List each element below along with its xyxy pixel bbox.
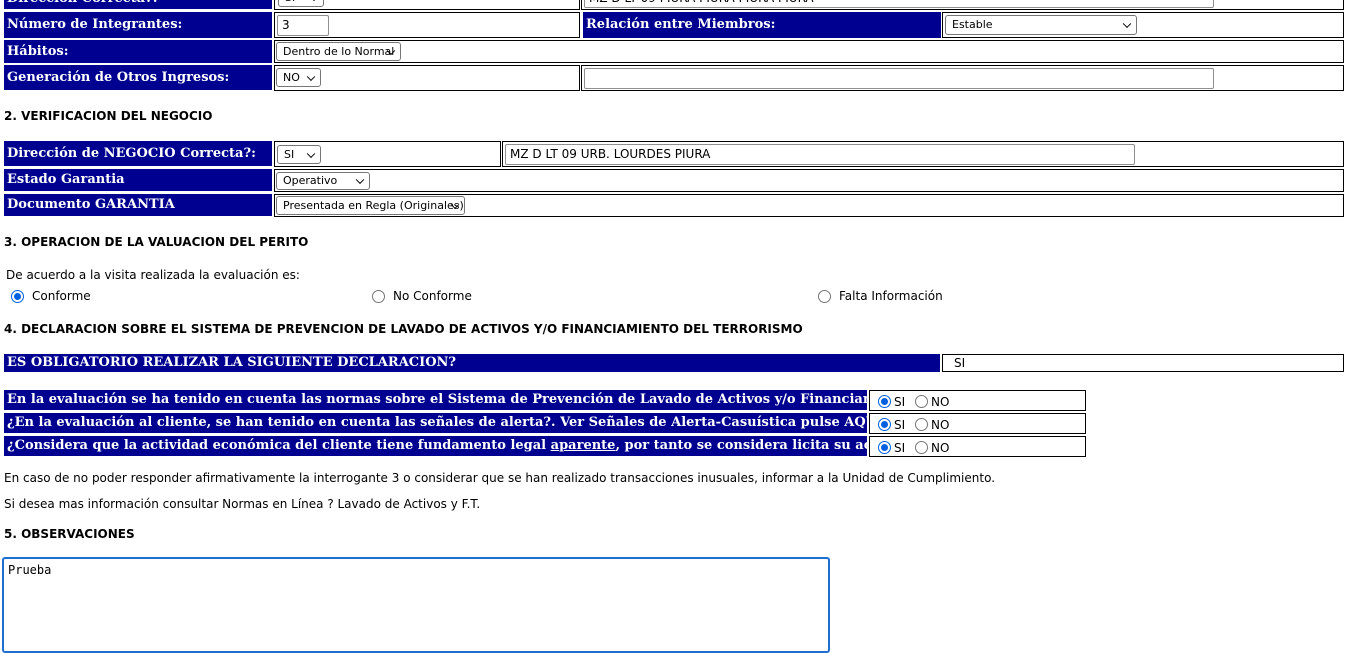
evaluacion-prompt: De acuerdo a la visita realizada la eval… [6,268,300,282]
question3-text-underlined: aparente [550,438,616,453]
documento-garantia-label: Documento GARANTIA [4,194,272,216]
chevron-down-icon [355,175,365,185]
relacion-miembros-select[interactable]: Estable [945,15,1137,35]
question2-answer-cell: SI NO [869,413,1086,434]
direccion-negocio-input[interactable]: MZ D LT 09 URB. LOURDES PIURA [505,144,1135,165]
question2-no-label: NO [931,418,950,432]
observaciones-textarea[interactable]: Prueba [2,557,830,653]
cumplimiento-note: En caso de no poder responder afirmativa… [4,471,996,485]
question3-answer-cell: SI NO [869,436,1086,457]
direccion-correcta-label: Dirección Correcta?: [4,0,272,9]
direccion-negocio-select-cell: SI [274,141,501,167]
direccion-correcta-input[interactable]: MZ D LT 09 PIURA PIURA PIURA PIURA [584,0,1214,8]
radio-conforme-label: Conforme [32,289,91,303]
direccion-correcta-value-cell: MZ D LT 09 PIURA PIURA PIURA PIURA [581,0,1344,10]
question2-si-label: SI [894,418,906,432]
radio-no-conforme-label: No Conforme [393,289,472,303]
relacion-miembros-label: Relación entre Miembros: [583,12,941,38]
section4-title: 4. DECLARACION SOBRE EL SISTEMA DE PREVE… [4,322,803,336]
habitos-cell: Dentro de lo Normal [274,40,1344,63]
chevron-down-icon [306,149,316,158]
radio-falta-informacion-label: Falta Información [839,289,943,303]
relacion-miembros-cell: Estable [942,12,1344,38]
otros-ingresos-value-cell [581,65,1344,91]
question3-text-post: , por tanto se considera licita su activ… [615,438,867,453]
question3-si-radio[interactable] [878,441,891,454]
section5-title: 5. OBSERVACIONES [4,527,135,541]
direccion-correcta-select-cell: SI [274,0,580,10]
otros-ingresos-label: Generación de Otros Ingresos: [4,65,272,90]
question3-no-label: NO [931,441,950,455]
estado-garantia-cell: Operativo [274,169,1344,192]
chevron-down-icon [1122,19,1132,29]
question3-label: ¿Considera que la actividad económica de… [4,436,867,456]
habitos-select[interactable]: Dentro de lo Normal [276,42,401,61]
otros-ingresos-select[interactable]: NO [276,68,321,87]
chevron-down-icon [306,72,316,81]
radio-no-conforme[interactable] [372,290,385,303]
direccion-negocio-value-cell: MZ D LT 09 URB. LOURDES PIURA [502,141,1344,167]
numero-integrantes-label: Número de Integrantes: [4,12,272,38]
question3-no-radio[interactable] [915,441,928,454]
obligatorio-value-cell: SI [942,354,1344,372]
numero-integrantes-cell: 3 [274,12,580,38]
radio-conforme[interactable] [11,290,24,303]
estado-garantia-select[interactable]: Operativo [276,172,370,190]
direccion-negocio-select[interactable]: SI [277,145,321,164]
question2-no-radio[interactable] [915,418,928,431]
otros-ingresos-select-cell: NO [274,65,580,91]
section3-title: 3. OPERACION DE LA VALUACION DEL PERITO [4,235,309,249]
question3-text-pre: ¿Considera que la actividad económica de… [7,438,551,453]
question1-no-radio[interactable] [915,395,928,408]
direccion-correcta-select[interactable]: SI [278,0,324,7]
question1-label: En la evaluación se ha tenido en cuenta … [4,390,867,410]
numero-integrantes-input[interactable]: 3 [277,15,329,36]
section2-title: 2. VERIFICACION DEL NEGOCIO [4,109,213,123]
question2-si-radio[interactable] [878,418,891,431]
documento-garantia-select[interactable]: Presentada en Regla (Originales) [276,196,465,215]
normas-note: Si desea mas información consultar Norma… [4,497,481,511]
chevron-down-icon [309,0,319,2]
question2-label: ¿En la evaluación al cliente, se han ten… [4,413,867,433]
radio-falta-informacion[interactable] [818,290,831,303]
otros-ingresos-input[interactable] [584,68,1214,89]
question1-answer-cell: SI NO [869,390,1086,411]
estado-garantia-label: Estado Garantia [4,169,272,191]
question1-si-label: SI [894,395,906,409]
documento-garantia-cell: Presentada en Regla (Originales) [274,194,1344,217]
question1-no-label: NO [931,395,950,409]
habitos-label: Hábitos: [4,40,272,63]
question3-si-label: SI [894,441,906,455]
question1-si-radio[interactable] [878,395,891,408]
obligatorio-label: ES OBLIGATORIO REALIZAR LA SIGUIENTE DEC… [4,354,940,372]
direccion-negocio-label: Dirección de NEGOCIO Correcta?: [4,141,272,166]
